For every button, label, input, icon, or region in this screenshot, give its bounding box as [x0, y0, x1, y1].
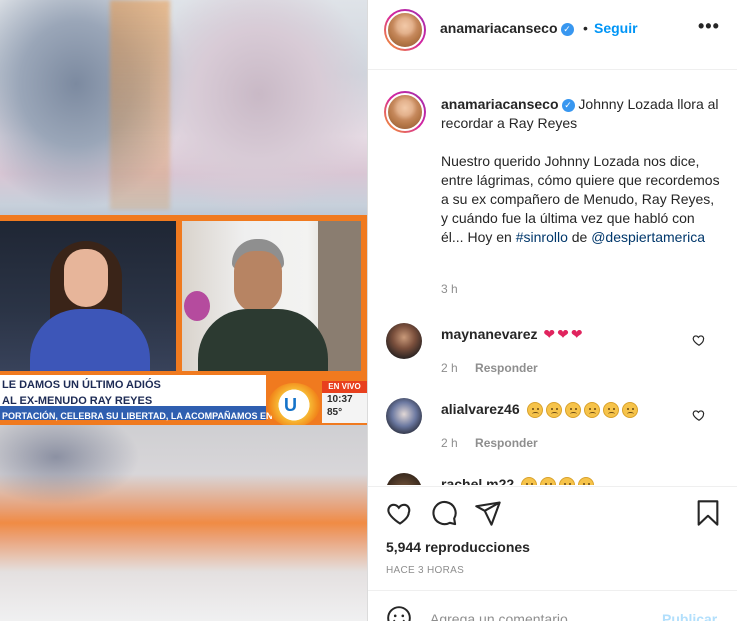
- publish-button[interactable]: Publicar: [662, 611, 717, 621]
- channel-logo-mark: U: [284, 395, 297, 415]
- verified-badge-icon: ✓: [561, 98, 575, 112]
- reply-button[interactable]: Responder: [475, 361, 538, 375]
- comment-input[interactable]: [430, 609, 650, 621]
- comment-icon[interactable]: [430, 499, 458, 527]
- post-video[interactable]: LE DAMOS UN ÚLTIMO ADIÓS AL EX-MENUDO RA…: [0, 0, 367, 621]
- sad-emoji-icon: [521, 477, 538, 485]
- heart-icon[interactable]: [386, 499, 414, 527]
- share-icon[interactable]: [474, 499, 502, 527]
- views-count[interactable]: 5,944 reproducciones: [386, 539, 530, 555]
- clock: 10:37: [327, 394, 353, 405]
- lower-third: LE DAMOS UN ÚLTIMO ADIÓS AL EX-MENUDO RA…: [0, 375, 367, 427]
- sad-emoji-icon: [578, 477, 595, 485]
- news-ticker: PORTACIÓN, CELEBRA SU LIBERTAD, LA ACOMP…: [2, 411, 315, 421]
- emoji-icon[interactable]: [386, 605, 412, 621]
- comment: maynanevarez ❤ ❤ ❤ 2 h Responder: [368, 323, 737, 393]
- commenter-username[interactable]: rachel.m22: [441, 476, 514, 485]
- blurred-background: [0, 425, 140, 505]
- commenter-avatar[interactable]: [386, 398, 422, 434]
- posted-time[interactable]: HACE 3 HORAS: [386, 565, 464, 576]
- weather-box: 10:37 85°: [322, 393, 367, 423]
- comment: alialvarez46 2 h Responder: [368, 398, 737, 468]
- comment-time: 2 h: [441, 436, 458, 450]
- separator-dot: •: [583, 20, 588, 36]
- commenter-username[interactable]: maynanevarez: [441, 326, 538, 342]
- sad-emoji-icon: [621, 402, 638, 419]
- blurred-background: [110, 0, 170, 210]
- caption-avatar[interactable]: [384, 91, 426, 133]
- commenter-username[interactable]: alialvarez46: [441, 401, 520, 417]
- caption-time: 3 h: [441, 282, 458, 296]
- post-caption: anamariacanseco ✓ Johnny Lozada llora al …: [441, 95, 721, 266]
- heart-emoji-icon: ❤: [557, 326, 569, 342]
- caption-username[interactable]: anamariacanseco: [441, 96, 559, 112]
- more-options-icon[interactable]: •••: [698, 16, 720, 37]
- comment-like-icon[interactable]: [692, 408, 706, 422]
- sad-emoji-icon: [526, 402, 543, 419]
- temperature: 85°: [327, 407, 343, 418]
- sad-emoji-icon: [564, 402, 581, 419]
- sad-emoji-icon: [545, 402, 562, 419]
- sad-emoji-icon: [540, 477, 557, 485]
- follow-button[interactable]: Seguir: [594, 20, 638, 36]
- author-avatar[interactable]: [384, 9, 426, 51]
- comment-like-icon[interactable]: [692, 333, 706, 347]
- hashtag-link[interactable]: #sinrollo: [516, 229, 568, 245]
- commenter-avatar[interactable]: [386, 473, 422, 485]
- sad-emoji-icon: [559, 477, 576, 485]
- headline-line1: LE DAMOS UN ÚLTIMO ADIÓS: [2, 379, 161, 391]
- sad-emoji-icon: [583, 402, 600, 419]
- bookmark-icon[interactable]: [694, 499, 722, 527]
- comment: rachel.m22: [368, 473, 737, 485]
- sad-emoji-icon: [602, 402, 619, 419]
- post-actions: 5,944 reproducciones HACE 3 HORAS: [368, 486, 737, 586]
- blurred-background: [150, 0, 367, 210]
- anchor-panel: [0, 221, 176, 371]
- reply-button[interactable]: Responder: [475, 436, 538, 450]
- comment-time: 2 h: [441, 361, 458, 375]
- comment-composer: Publicar: [368, 590, 737, 621]
- heart-emoji-icon: ❤: [543, 326, 556, 342]
- mention-link[interactable]: @despiertamerica: [591, 229, 705, 245]
- verified-badge-icon: ✓: [560, 22, 574, 36]
- guest-panel: [182, 221, 361, 371]
- caption-connector: de: [571, 229, 588, 245]
- video-frame[interactable]: LE DAMOS UN ÚLTIMO ADIÓS AL EX-MENUDO RA…: [0, 215, 367, 427]
- live-badge: EN VIVO: [322, 381, 367, 393]
- heart-emoji-icon: ❤: [570, 326, 583, 342]
- comments-section[interactable]: anamariacanseco ✓ Johnny Lozada llora al …: [368, 71, 737, 485]
- post-sidebar: anamariacanseco ✓ • Seguir ••• anamariaca…: [367, 0, 737, 621]
- post-header: anamariacanseco ✓ • Seguir •••: [368, 0, 737, 70]
- commenter-avatar[interactable]: [386, 323, 422, 359]
- author-username[interactable]: anamariacanseco ✓: [440, 20, 574, 36]
